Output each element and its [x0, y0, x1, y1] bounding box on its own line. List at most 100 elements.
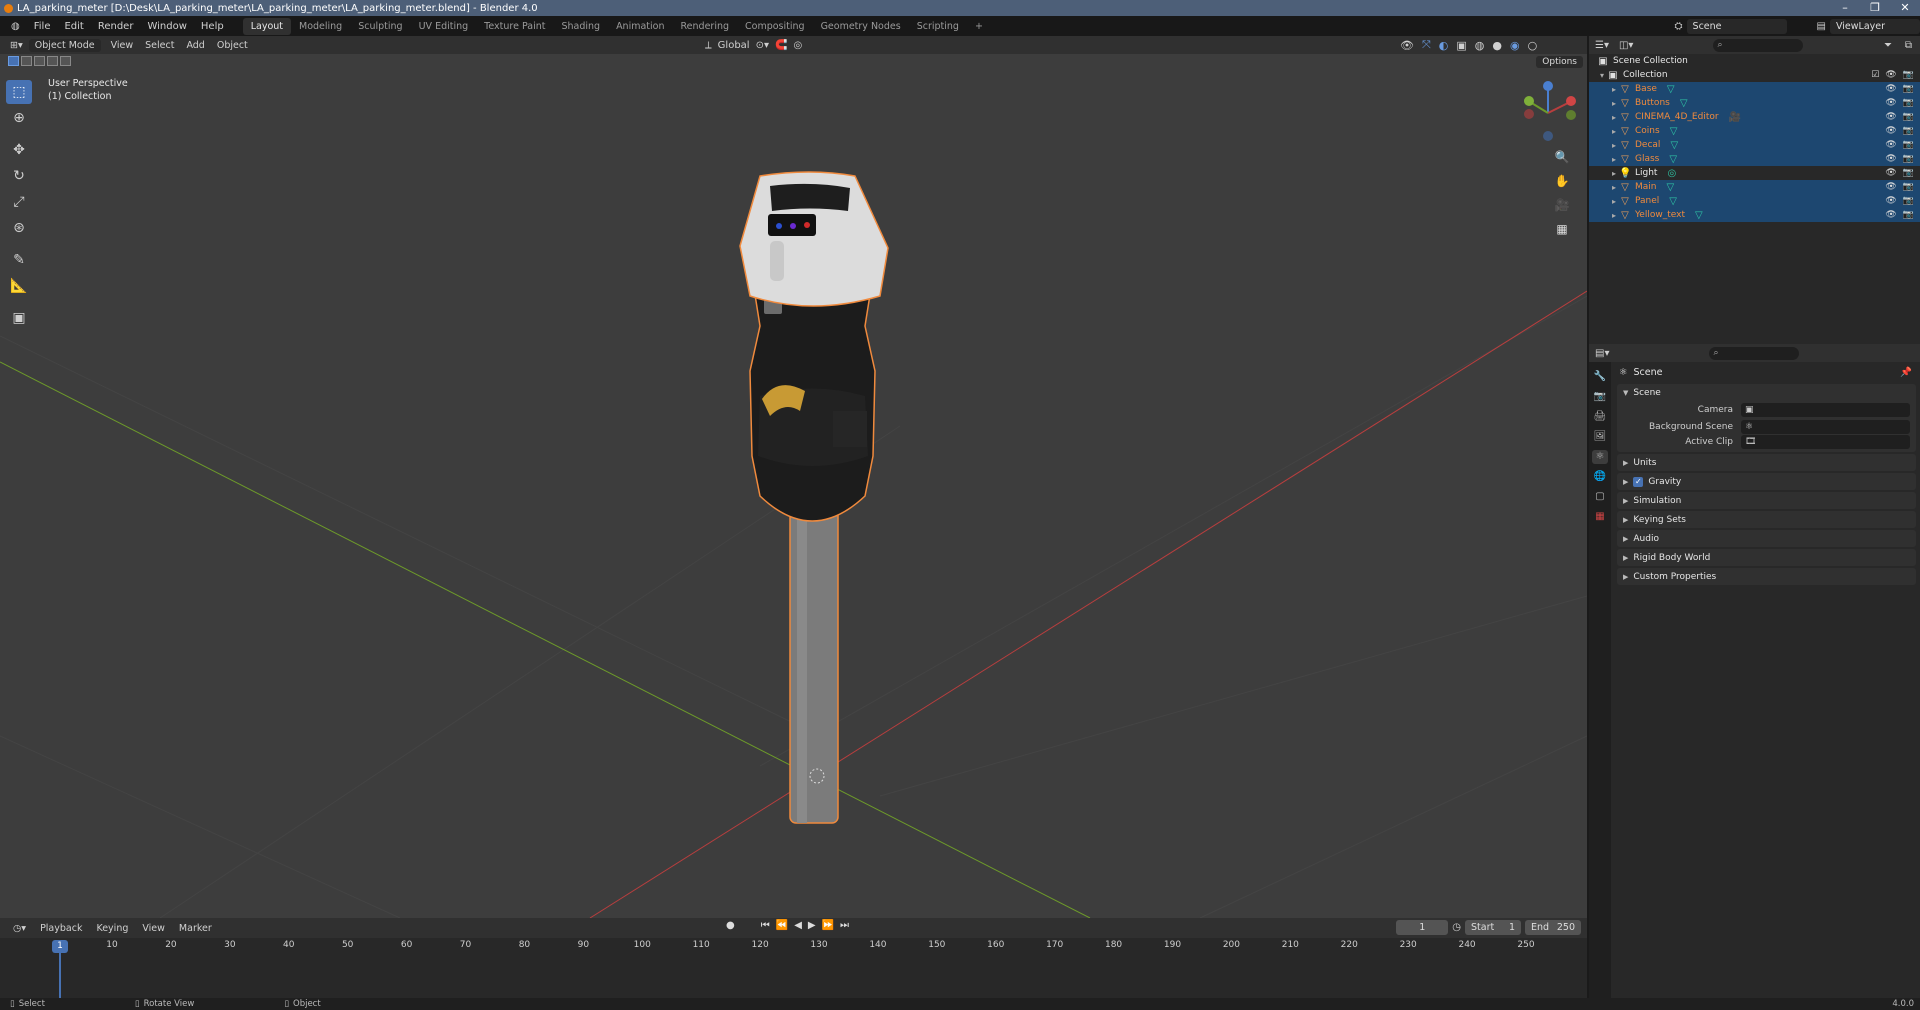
prev-keyframe-icon[interactable]: ⏪ [776, 920, 788, 931]
expand-icon[interactable]: ▸ [1609, 99, 1619, 108]
outliner-item[interactable]: ▸ ▽ Glass ▽ 👁 📷 [1589, 152, 1920, 166]
expand-icon[interactable]: ▸ [1609, 113, 1619, 122]
tab-rendering[interactable]: Rendering [673, 18, 738, 35]
menu-add[interactable]: Add [180, 40, 210, 51]
annotate-tool-icon[interactable]: ✎ [6, 248, 32, 272]
outliner-item[interactable]: ▸ ▽ CINEMA_4D_Editor 🎥 👁 📷 [1589, 110, 1920, 124]
panel-audio[interactable]: ▶ Audio [1617, 530, 1916, 547]
timeline-editor[interactable]: ◷▾ Playback Keying View Marker ● ⏮ ⏪ ◀ ▶… [0, 918, 1587, 1000]
tab-layout[interactable]: Layout [242, 17, 291, 35]
render-tab-icon[interactable]: 📷 [1592, 390, 1608, 404]
overlay-toggle-icon[interactable]: ◐ [1439, 39, 1449, 52]
menu-view[interactable]: View [105, 40, 140, 51]
eye-icon[interactable]: 👁 [1885, 168, 1896, 178]
outliner-item[interactable]: ▸ ▽ Buttons ▽ 👁 📷 [1589, 96, 1920, 110]
end-frame-field[interactable]: End 250 [1525, 920, 1581, 935]
outliner-item[interactable]: ▸ ▽ Panel ▽ 👁 📷 [1589, 194, 1920, 208]
expand-icon[interactable]: ▸ [1609, 211, 1619, 220]
jump-end-icon[interactable]: ⏭ [840, 920, 849, 931]
play-reverse-icon[interactable]: ◀ [794, 920, 802, 931]
menu-file[interactable]: File [27, 21, 58, 32]
expand-icon[interactable]: ▾ [1597, 71, 1607, 80]
visibility-icon[interactable]: 👁 [1400, 39, 1414, 52]
add-workspace-button[interactable]: + [967, 18, 991, 35]
outliner-item[interactable]: ▸ ▽ Yellow_text ▽ 👁 📷 [1589, 208, 1920, 222]
eye-icon[interactable]: 👁 [1885, 126, 1896, 136]
expand-icon[interactable]: ▸ [1609, 155, 1619, 164]
view-layer-tab-icon[interactable]: 🖼 [1592, 430, 1608, 444]
add-cube-tool-icon[interactable]: ▣ [6, 306, 32, 330]
camera-icon[interactable]: 📷 [1903, 210, 1914, 220]
new-collection-icon[interactable]: ⧉ [1905, 40, 1912, 51]
menu-object[interactable]: Object [211, 40, 254, 51]
menu-playback[interactable]: Playback [33, 923, 89, 934]
expand-icon[interactable]: ▸ [1609, 183, 1619, 192]
outliner-editor-type-icon[interactable]: ☰▾ [1595, 40, 1609, 51]
menu-help[interactable]: Help [194, 21, 231, 32]
editor-type-icon[interactable]: ⊞▾ [4, 40, 29, 51]
jump-start-icon[interactable]: ⏮ [761, 920, 770, 931]
panel-units[interactable]: ▶ Units [1617, 454, 1916, 471]
eye-icon[interactable]: 👁 [1885, 112, 1896, 122]
xray-icon[interactable]: ▣ [1456, 39, 1466, 52]
wireframe-shading-icon[interactable]: ◍ [1475, 39, 1485, 52]
scene-tab-icon[interactable]: ⚛ [1592, 450, 1608, 464]
output-tab-icon[interactable]: 🖨 [1592, 410, 1608, 424]
select-box-tool-icon[interactable]: ⬚ [6, 80, 32, 104]
outliner-item[interactable]: ▸ ▽ Main ▽ 👁 📷 [1589, 180, 1920, 194]
select-mode-extend-icon[interactable] [21, 56, 32, 66]
camera-icon[interactable]: 📷 [1903, 126, 1914, 136]
texture-tab-icon[interactable]: ▦ [1592, 510, 1608, 524]
collection-row[interactable]: ▾ ▣ Collection ☑ 👁 📷 [1589, 68, 1920, 82]
expand-icon[interactable]: ▸ [1609, 169, 1619, 178]
camera-icon[interactable]: 📷 [1903, 140, 1914, 150]
3d-viewport[interactable]: ⊞▾ Object Mode View Select Add Object ⟂ … [0, 36, 1587, 918]
eye-icon[interactable]: 👁 [1885, 196, 1896, 206]
panel-custom-properties[interactable]: ▶ Custom Properties [1617, 568, 1916, 585]
play-icon[interactable]: ▶ [808, 920, 816, 931]
pin-icon[interactable]: 📌 [1900, 367, 1912, 378]
measure-tool-icon[interactable]: 📐 [6, 274, 32, 298]
eye-icon[interactable]: 👁 [1885, 210, 1896, 220]
expand-icon[interactable]: ▸ [1609, 127, 1619, 136]
menu-render[interactable]: Render [91, 21, 141, 32]
panel-rigid-body-world[interactable]: ▶ Rigid Body World [1617, 549, 1916, 566]
select-mode-new-icon[interactable] [8, 56, 19, 66]
outliner-search-input[interactable]: ⌕ [1713, 38, 1804, 52]
move-tool-icon[interactable]: ✥ [6, 138, 32, 162]
outliner-item[interactable]: ▸ ▽ Decal ▽ 👁 📷 [1589, 138, 1920, 152]
select-mode-intersect-icon[interactable] [60, 56, 71, 66]
scene-panel-header[interactable]: ▼ Scene [1617, 384, 1916, 401]
display-mode-icon[interactable]: ◫▾ [1619, 40, 1633, 51]
camera-icon[interactable]: 📷 [1903, 70, 1914, 80]
eye-icon[interactable]: 👁 [1885, 182, 1896, 192]
expand-icon[interactable]: ▸ [1609, 85, 1619, 94]
eye-icon[interactable]: 👁 [1885, 84, 1896, 94]
rendered-shading-icon[interactable]: ○ [1528, 39, 1538, 52]
select-mode-invert-icon[interactable] [47, 56, 58, 66]
proportional-edit-icon[interactable]: ◎ [793, 40, 802, 51]
tab-geometry-nodes[interactable]: Geometry Nodes [813, 18, 909, 35]
pan-hand-icon[interactable]: ✋ [1553, 172, 1571, 190]
tab-sculpting[interactable]: Sculpting [350, 18, 410, 35]
tab-compositing[interactable]: Compositing [737, 18, 813, 35]
maximize-icon[interactable]: ❐ [1860, 0, 1890, 16]
camera-view-icon[interactable]: 🎥 [1553, 196, 1571, 214]
minimize-icon[interactable]: – [1830, 0, 1860, 16]
gizmo-toggle-icon[interactable]: ⤧ [1422, 38, 1431, 52]
tab-uv-editing[interactable]: UV Editing [411, 18, 477, 35]
timeline-editor-type-icon[interactable]: ◷▾ [6, 923, 33, 934]
viewlayer-selector[interactable]: ViewLayer [1830, 18, 1920, 34]
scene-selector[interactable]: Scene [1686, 18, 1787, 34]
playhead[interactable] [59, 952, 61, 1000]
camera-icon[interactable]: 📷 [1903, 98, 1914, 108]
tab-texture-paint[interactable]: Texture Paint [476, 18, 553, 35]
blender-menu-icon[interactable]: ◍ [4, 21, 27, 32]
camera-icon[interactable]: 📷 [1903, 196, 1914, 206]
tool-tab-icon[interactable]: 🔧 [1592, 370, 1608, 384]
outliner-item[interactable]: ▸ 💡 Light ◎ 👁 📷 [1589, 166, 1920, 180]
collection-tab-icon[interactable]: ▢ [1592, 490, 1608, 504]
menu-window[interactable]: Window [140, 21, 193, 32]
menu-select[interactable]: Select [139, 40, 180, 51]
transform-tool-icon[interactable]: ⊛ [6, 216, 32, 240]
